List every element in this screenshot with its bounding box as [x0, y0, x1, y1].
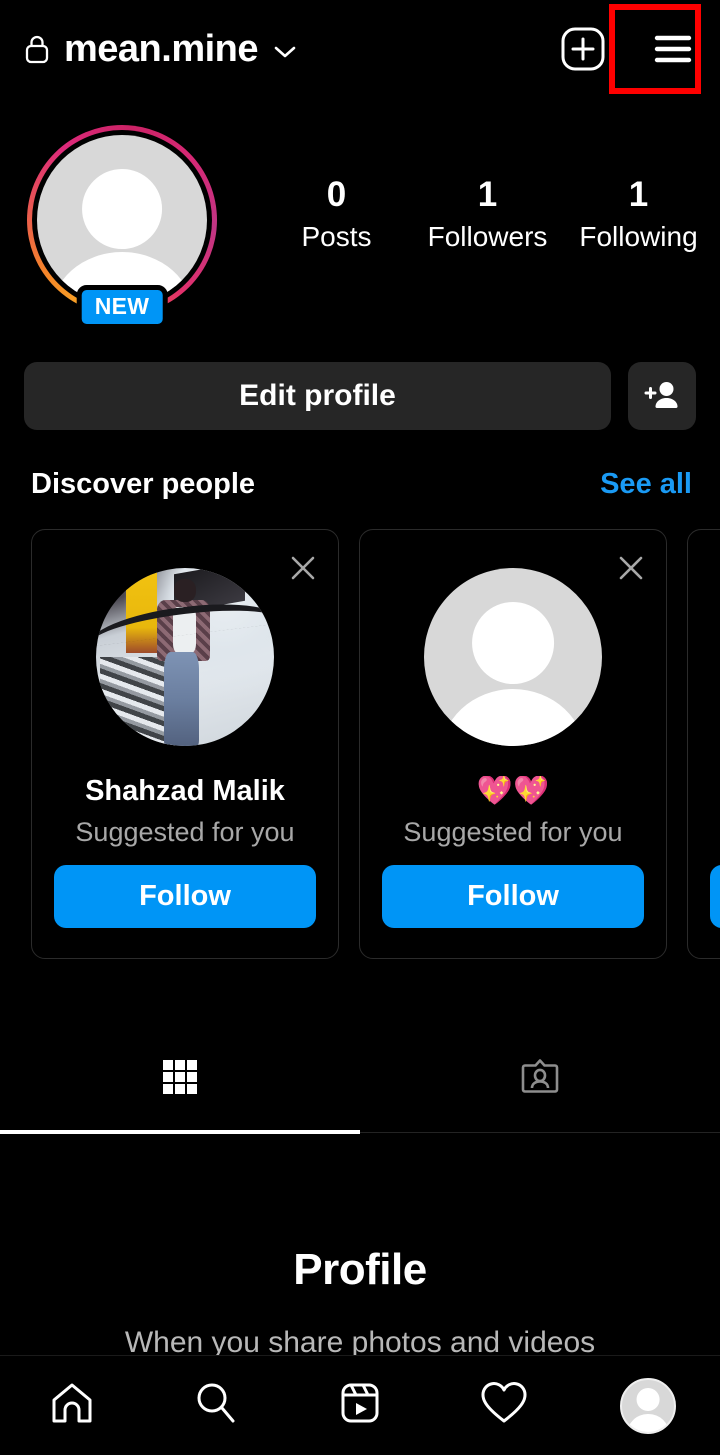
suggestion-subtitle: Suggested for you: [403, 816, 623, 847]
stat-followers-count: 1: [477, 175, 498, 214]
empty-state: Profile When you share photos and videos: [0, 1245, 720, 1364]
nav-profile[interactable]: [576, 1377, 720, 1434]
profile-action-buttons: Edit profile: [0, 362, 720, 430]
empty-state-title: Profile: [293, 1245, 427, 1294]
header-username-group[interactable]: mean.mine: [24, 30, 560, 68]
add-person-button[interactable]: [628, 362, 696, 430]
edit-profile-button[interactable]: Edit profile: [24, 362, 611, 430]
stat-posts-count: 0: [326, 175, 347, 214]
reels-icon: [334, 1377, 386, 1434]
profile-avatar-icon: [620, 1377, 676, 1434]
stat-following[interactable]: 1 Following: [563, 175, 714, 253]
suggestion-name: Shahzad Malik: [85, 776, 285, 807]
tagged-person-icon: [516, 1053, 564, 1106]
suggestion-avatar: [424, 568, 602, 746]
tab-grid[interactable]: [0, 1024, 360, 1134]
suggestion-card[interactable]: 💖💖 Suggested for you Follow: [359, 529, 667, 959]
profile-avatar-with-story[interactable]: NEW: [27, 125, 217, 329]
follow-button[interactable]: Follow: [382, 865, 644, 928]
nav-activity[interactable]: [432, 1377, 576, 1434]
suggestion-card[interactable]: Shahzad Malik Suggested for you Follow: [31, 529, 339, 959]
home-icon: [46, 1377, 98, 1434]
follow-button[interactable]: Follow: [710, 865, 720, 928]
dismiss-icon[interactable]: [612, 549, 650, 587]
lock-icon: [24, 34, 50, 64]
add-person-icon: [642, 375, 682, 418]
suggestion-avatar: [96, 568, 274, 746]
page-title: mean.mine: [64, 28, 259, 70]
hamburger-menu-icon[interactable]: [650, 26, 696, 72]
suggestion-name: 💖💖: [476, 776, 550, 807]
dismiss-icon[interactable]: [284, 549, 322, 587]
grid-icon: [157, 1054, 203, 1105]
stat-following-count: 1: [628, 175, 649, 214]
follow-button[interactable]: Follow: [54, 865, 316, 928]
tab-tagged[interactable]: [360, 1024, 720, 1134]
discover-people-header: Discover people See all: [0, 468, 720, 501]
suggestion-subtitle: Suggested for you: [75, 816, 295, 847]
nav-search[interactable]: [144, 1377, 288, 1434]
search-icon: [190, 1377, 242, 1434]
plus-box-icon[interactable]: [560, 26, 606, 72]
stat-followers[interactable]: 1 Followers: [412, 175, 563, 253]
instagram-profile-screen: mean.mine NEW 0 Posts 1 Followers 1 Foll…: [0, 0, 720, 1455]
see-all-link[interactable]: See all: [600, 468, 692, 501]
heart-icon: [477, 1377, 531, 1434]
stat-posts-label: Posts: [301, 221, 372, 253]
stat-posts[interactable]: 0 Posts: [261, 175, 412, 253]
profile-summary: NEW 0 Posts 1 Followers 1 Following: [0, 125, 720, 329]
profile-tabs: [0, 1024, 720, 1134]
nav-reels[interactable]: [288, 1377, 432, 1434]
avatar: [37, 135, 207, 305]
discover-people-title: Discover people: [31, 468, 256, 500]
discover-people-carousel[interactable]: Shahzad Malik Suggested for you Follow 💖…: [0, 529, 720, 964]
active-tab-indicator: [0, 1130, 360, 1134]
profile-stats: 0 Posts 1 Followers 1 Following: [261, 175, 720, 253]
stat-following-label: Following: [579, 221, 698, 253]
suggestion-card[interactable]: J Follow: [687, 529, 720, 959]
stat-followers-label: Followers: [427, 221, 548, 253]
nav-home[interactable]: [0, 1377, 144, 1434]
bottom-navigation-bar: [0, 1355, 720, 1455]
chevron-down-icon[interactable]: [272, 38, 298, 60]
header-actions: [560, 26, 696, 72]
top-header: mean.mine: [0, 0, 720, 98]
story-new-badge: NEW: [76, 285, 168, 329]
